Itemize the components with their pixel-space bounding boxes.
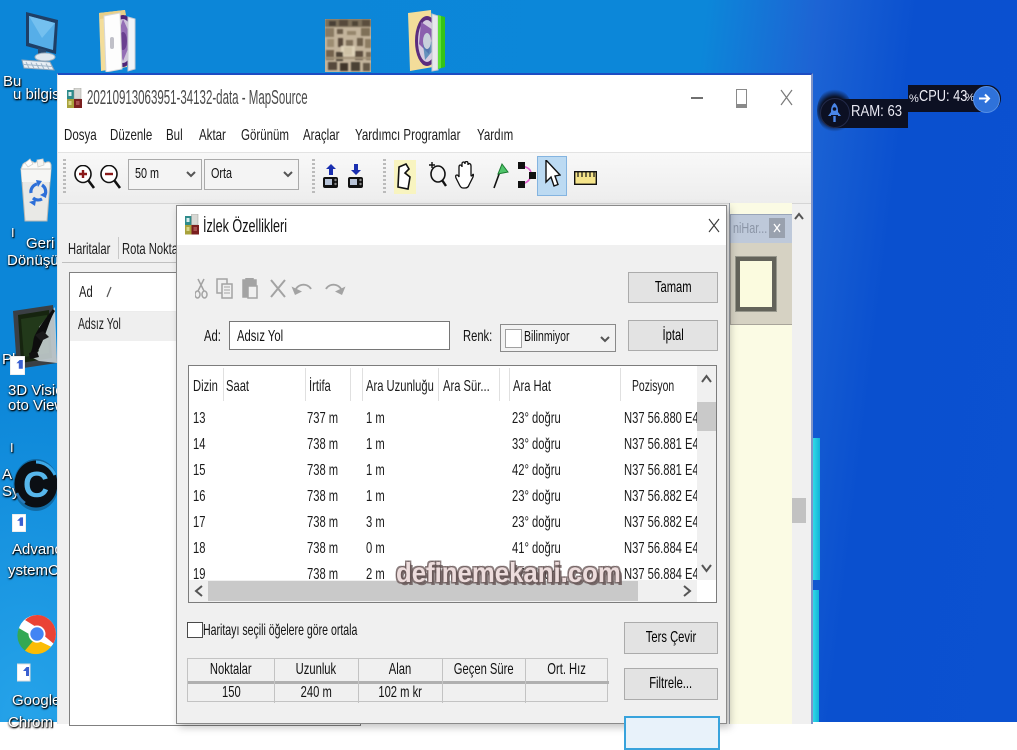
svg-text:C: C — [23, 464, 49, 505]
